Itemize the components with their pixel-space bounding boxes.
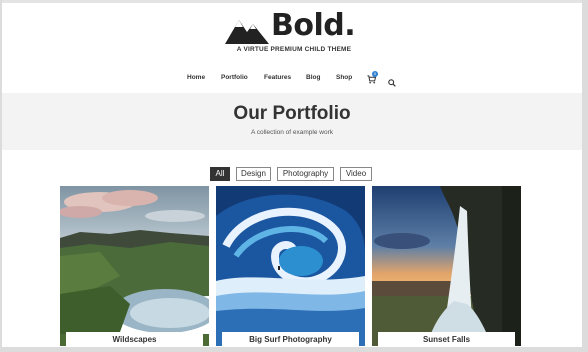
portfolio-item-caption: Big Surf Photography bbox=[222, 332, 359, 346]
portfolio-item-caption: Wildscapes bbox=[66, 332, 203, 346]
window-top-border bbox=[0, 0, 588, 3]
portfolio-hero: Our Portfolio A collection of example wo… bbox=[2, 93, 582, 150]
filter-all[interactable]: All bbox=[210, 167, 230, 181]
portfolio-item-sunset-falls[interactable]: Sunset Falls bbox=[372, 186, 521, 346]
nav-item-home[interactable]: Home bbox=[187, 74, 205, 81]
mountain-logo-icon bbox=[225, 20, 269, 44]
brand-name: Bold. bbox=[271, 8, 356, 43]
nav-item-blog[interactable]: Blog bbox=[306, 74, 320, 81]
portfolio-item-big-surf-photography[interactable]: Big Surf Photography bbox=[216, 186, 365, 346]
cart-count-badge: 0 bbox=[372, 71, 378, 77]
wildscapes-image bbox=[60, 186, 209, 346]
nav-item-shop[interactable]: Shop bbox=[336, 74, 352, 81]
portfolio-item-wildscapes[interactable]: Wildscapes bbox=[60, 186, 209, 346]
window-bottom-border bbox=[0, 347, 588, 352]
search-icon bbox=[388, 79, 396, 87]
cart-button[interactable]: 0 bbox=[367, 71, 379, 84]
big-surf-image bbox=[216, 186, 365, 346]
page-subtitle: A collection of example work bbox=[250, 129, 333, 136]
sunset-falls-image bbox=[372, 186, 521, 346]
page-title: Our Portfolio bbox=[233, 103, 351, 124]
site-logo[interactable]: Bold. bbox=[225, 8, 365, 46]
nav-item-features[interactable]: Features bbox=[264, 74, 291, 81]
filter-design[interactable]: Design bbox=[236, 167, 271, 181]
portfolio-item-caption: Sunset Falls bbox=[378, 332, 515, 346]
filter-video[interactable]: Video bbox=[340, 167, 372, 181]
filter-photography[interactable]: Photography bbox=[277, 167, 334, 181]
brand-tagline: A VIRTUE PREMIUM CHILD THEME bbox=[236, 46, 352, 53]
main-nav: Home Portfolio Features Blog Shop bbox=[0, 74, 588, 86]
nav-item-portfolio[interactable]: Portfolio bbox=[221, 74, 248, 81]
portfolio-filters: All Design Photography Video bbox=[0, 167, 588, 181]
search-button[interactable] bbox=[388, 74, 397, 87]
